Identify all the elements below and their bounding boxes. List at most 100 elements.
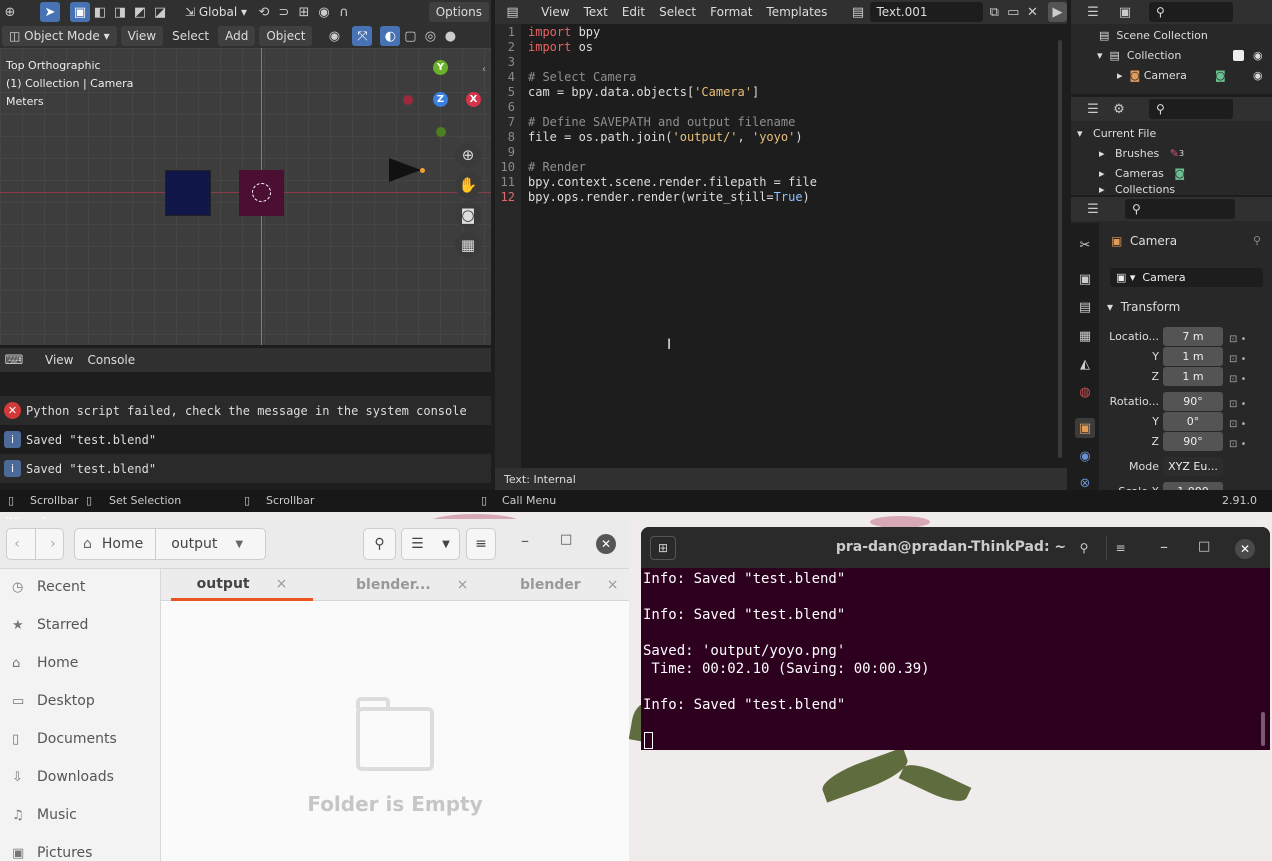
tab-close-icon[interactable]: ×: [276, 576, 288, 592]
zoom-icon[interactable]: ⊕: [455, 142, 481, 168]
view-dropdown-icon[interactable]: ▼: [442, 539, 450, 550]
rotation-z-field[interactable]: 90°: [1163, 432, 1223, 451]
options-button[interactable]: Options: [428, 2, 489, 22]
gizmo-x-axis[interactable]: X: [466, 92, 481, 107]
brushes-row[interactable]: ▸ Brushes ✎ 3: [1099, 143, 1184, 163]
text-menu-templates[interactable]: Templates: [759, 2, 834, 22]
outliner-search-field[interactable]: ⚲: [1149, 2, 1233, 22]
location-z-field[interactable]: 1 m: [1163, 367, 1223, 386]
camera-view-icon[interactable]: ◙: [455, 202, 481, 228]
console-menu-view[interactable]: View: [38, 350, 80, 370]
physics-tab-icon[interactable]: ◉: [1075, 446, 1095, 466]
outliner-type-icon[interactable]: ☰: [1083, 99, 1103, 119]
text-browse-icon[interactable]: ▤: [848, 2, 867, 22]
output-tab-icon[interactable]: ▤: [1075, 297, 1095, 317]
snap-target-icon[interactable]: ⊞: [294, 2, 314, 22]
maximize-icon[interactable]: □: [1198, 539, 1210, 554]
proportional-edit-icon[interactable]: ◉: [314, 2, 334, 22]
world-tab-icon[interactable]: ◍: [1075, 382, 1095, 402]
collections-row[interactable]: ▸ Collections: [1099, 183, 1175, 195]
unlink-text-icon[interactable]: ✕: [1023, 2, 1042, 22]
lock-icons[interactable]: ⊡ • ⊡ • ⊡ •: [1229, 395, 1246, 455]
transform-panel-header[interactable]: ▾ Transform: [1107, 297, 1180, 317]
pin-icon[interactable]: ⚲: [1253, 234, 1261, 247]
object-mode-dropdown[interactable]: ◫ Object Mode ▾: [2, 26, 117, 46]
select-intersect-icon[interactable]: ◪: [150, 2, 170, 22]
tab-output[interactable]: output ×: [171, 569, 313, 601]
checkbox-icon[interactable]: [1233, 49, 1244, 61]
home-icon[interactable]: ⌂: [83, 536, 92, 552]
camera-object[interactable]: [389, 158, 421, 182]
tab-close-icon[interactable]: ×: [457, 577, 469, 593]
gizmo-z-axis[interactable]: Z: [433, 92, 448, 107]
tab-blender-2[interactable]: blender ×: [520, 569, 618, 601]
search-button[interactable]: ⚲: [363, 528, 396, 560]
scene-tab-icon[interactable]: ◭: [1075, 354, 1095, 374]
overlay-icon[interactable]: ◐: [380, 26, 401, 46]
3d-viewport[interactable]: Top Orthographic (1) Collection | Camera…: [0, 48, 491, 345]
rotation-y-field[interactable]: 0°: [1163, 412, 1223, 431]
wireframe-shading-icon[interactable]: ◎: [420, 26, 440, 46]
select-tool-icon[interactable]: ➤: [40, 2, 60, 22]
console-menu-console[interactable]: Console: [80, 350, 142, 370]
visibility-icon[interactable]: ◉: [324, 26, 344, 46]
back-icon[interactable]: ‹: [14, 536, 20, 552]
sidebar-item-pictures[interactable]: ▣ Pictures: [12, 845, 92, 861]
transform-orientation-dropdown[interactable]: ⇲ Global ▾: [178, 2, 254, 22]
selected-object[interactable]: [239, 170, 284, 216]
pivot-icon[interactable]: ⟲: [254, 2, 274, 22]
maximize-icon[interactable]: □: [560, 532, 572, 547]
gizmo-neg-x[interactable]: [403, 95, 413, 105]
camera-row[interactable]: ▸ ◙ Camera ◙ ◉: [1117, 65, 1272, 85]
select-box-mode-icon[interactable]: ▣: [70, 2, 90, 22]
select-invert-icon[interactable]: ◩: [130, 2, 150, 22]
gizmo-neg-y[interactable]: [436, 127, 446, 137]
run-script-icon[interactable]: ▶: [1047, 2, 1068, 22]
outliner-search-field[interactable]: ⚲: [1149, 99, 1233, 119]
new-tab-icon[interactable]: ⊞: [650, 536, 676, 560]
gizmo-icon[interactable]: ⤧: [352, 26, 373, 46]
editor-scrollbar[interactable]: [1058, 40, 1062, 458]
cameras-row[interactable]: ▸ Cameras ◙: [1099, 163, 1185, 183]
current-file-row[interactable]: ▾ Current File: [1077, 123, 1156, 143]
console-info-line[interactable]: i Saved "test.blend": [0, 425, 491, 454]
text-editor-type-icon[interactable]: ▤: [503, 2, 522, 22]
chevron-down-icon[interactable]: ▼: [235, 539, 243, 550]
text-menu-format[interactable]: Format: [703, 2, 759, 22]
solid-shading-icon[interactable]: ●: [440, 26, 460, 46]
sidebar-toggle-icon[interactable]: ‹: [482, 64, 486, 75]
sidebar-item-starred[interactable]: ★ Starred: [12, 617, 88, 633]
text-menu-view[interactable]: View: [534, 2, 576, 22]
list-view-icon[interactable]: ☰: [411, 536, 424, 552]
tool-tab-icon[interactable]: ✂: [1075, 235, 1095, 255]
display-mode-icon[interactable]: ▣: [1115, 2, 1135, 22]
ortho-grid-icon[interactable]: ▦: [455, 232, 481, 258]
rotation-mode-dropdown[interactable]: XYZ Eu...: [1163, 457, 1223, 476]
close-icon[interactable]: ✕: [1235, 539, 1255, 559]
xray-icon[interactable]: ▢: [400, 26, 420, 46]
sidebar-item-recent[interactable]: ◷ Recent: [12, 579, 85, 595]
scene-collection-row[interactable]: ▤ Scene Collection: [1099, 25, 1208, 45]
object-datablock-field[interactable]: ▣ ▾ Camera: [1110, 268, 1263, 287]
tab-close-icon[interactable]: ×: [607, 577, 619, 593]
render-tab-icon[interactable]: ▣: [1075, 269, 1095, 289]
snap-icon[interactable]: ⊃: [274, 2, 294, 22]
sidebar-item-desktop[interactable]: ▭ Desktop: [12, 693, 95, 709]
open-text-icon[interactable]: ▭: [1004, 2, 1023, 22]
console-error-line[interactable]: ✕ Python script failed, check the messag…: [0, 396, 491, 425]
text-menu-edit[interactable]: Edit: [615, 2, 652, 22]
sidebar-item-downloads[interactable]: ⇩ Downloads: [12, 769, 114, 785]
gizmo-y-axis[interactable]: Y: [433, 60, 448, 75]
text-menu-text[interactable]: Text: [577, 2, 615, 22]
location-x-field[interactable]: 7 m: [1163, 327, 1223, 346]
terminal-cursor[interactable]: [644, 732, 653, 749]
location-y-field[interactable]: 1 m: [1163, 347, 1223, 366]
viewport-menu-add[interactable]: Add: [218, 26, 256, 46]
hamburger-icon[interactable]: ≡: [1106, 536, 1134, 560]
close-icon[interactable]: ✕: [596, 534, 616, 554]
text-menu-select[interactable]: Select: [652, 2, 703, 22]
terminal-scrollbar[interactable]: [1261, 712, 1265, 746]
view-layer-tab-icon[interactable]: ▦: [1075, 326, 1095, 346]
properties-search-field[interactable]: ⚲: [1125, 199, 1235, 219]
editor-type-icon[interactable]: ⊕: [0, 2, 20, 22]
